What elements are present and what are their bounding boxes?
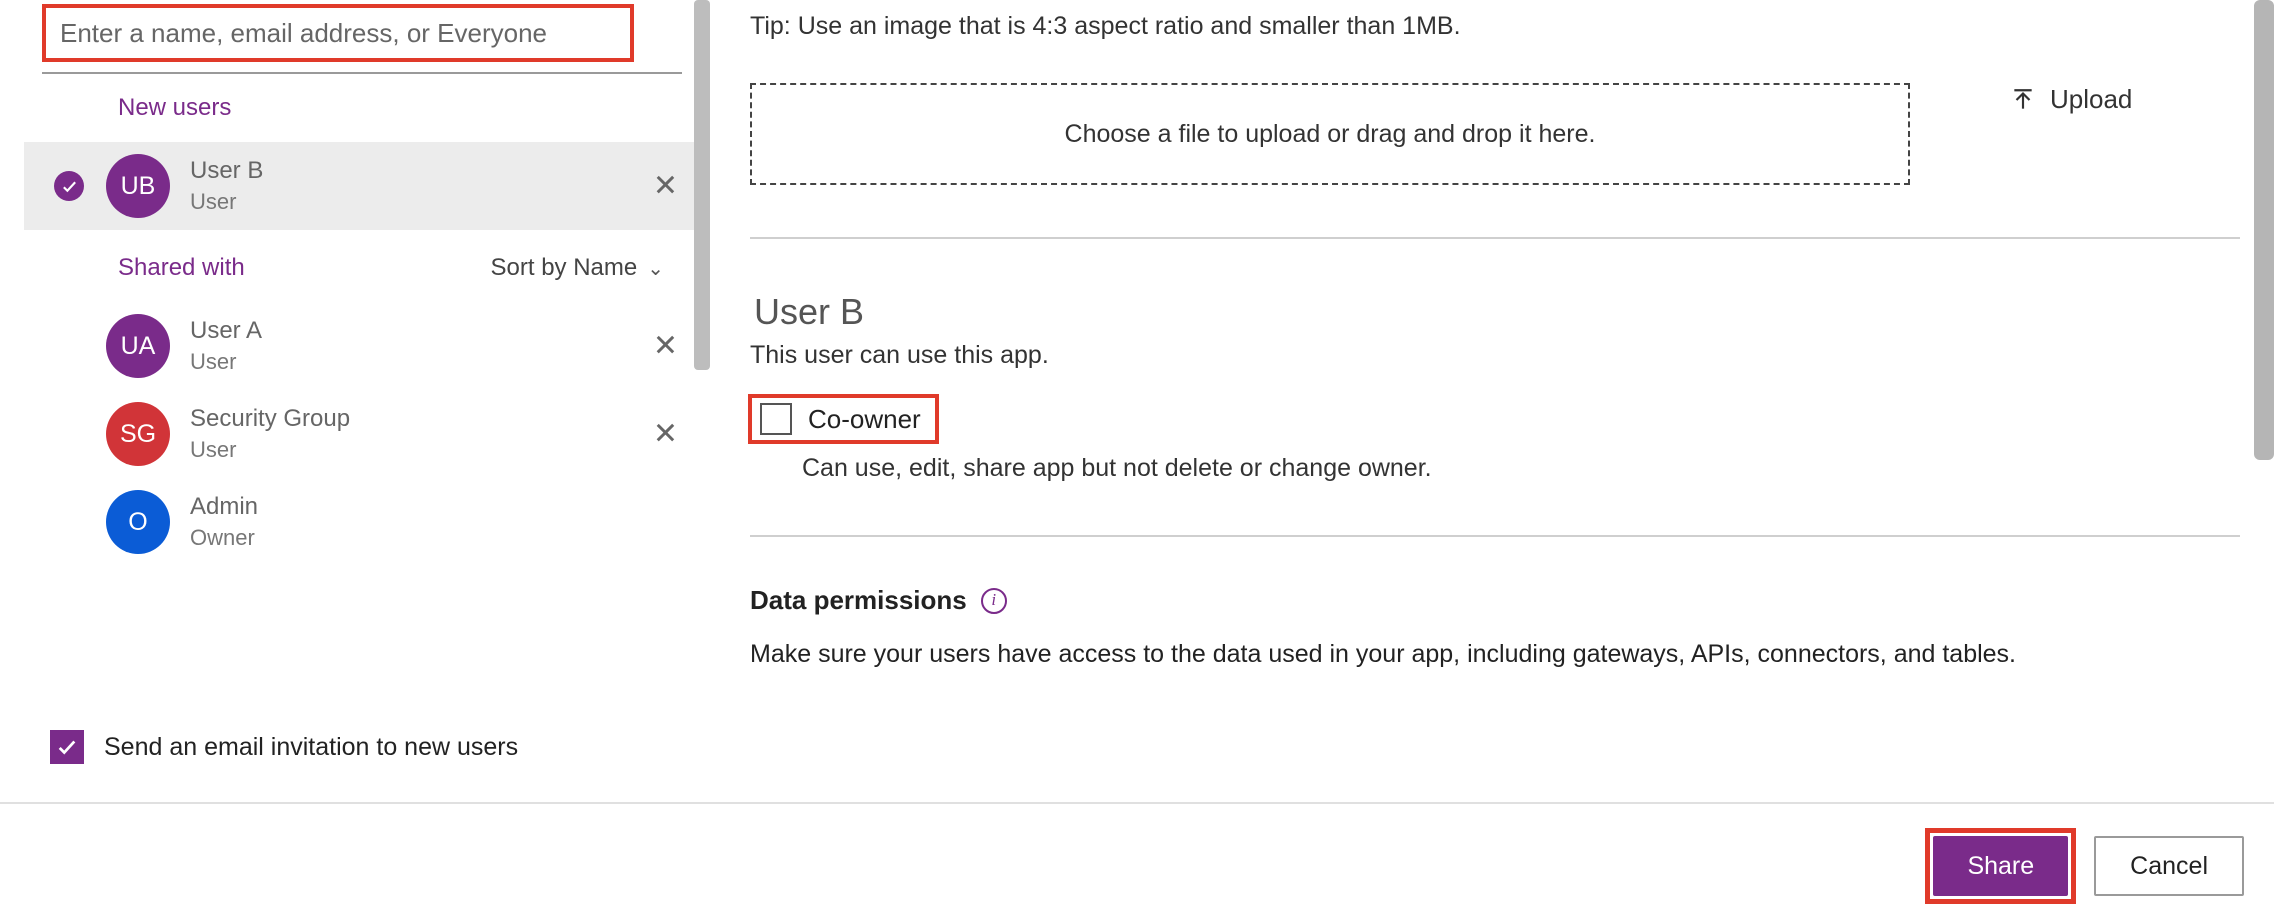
selected-user-subtitle: This user can use this app. bbox=[750, 341, 2250, 370]
new-users-list: UB User B User ✕ bbox=[24, 142, 694, 230]
user-role: Owner bbox=[190, 525, 258, 551]
shared-with-heading: Shared with bbox=[118, 254, 245, 282]
dialog-footer: Share Cancel bbox=[1925, 828, 2244, 904]
checkbox-checked-icon[interactable] bbox=[50, 730, 84, 764]
remove-user-icon[interactable]: ✕ bbox=[653, 417, 678, 452]
upload-label: Upload bbox=[2050, 84, 2132, 115]
footer-divider bbox=[0, 802, 2274, 804]
coowner-highlight: Co-owner bbox=[748, 394, 939, 444]
coowner-description: Can use, edit, share app but not delete … bbox=[802, 454, 2250, 483]
selected-user-title: User B bbox=[754, 291, 2250, 333]
avatar: UA bbox=[106, 314, 170, 378]
coowner-checkbox[interactable] bbox=[760, 403, 792, 435]
coowner-option: Co-owner bbox=[748, 394, 2250, 444]
avatar: SG bbox=[106, 402, 170, 466]
sort-label: Sort by Name bbox=[491, 254, 638, 282]
section-divider bbox=[750, 237, 2240, 239]
left-scrollbar[interactable] bbox=[694, 0, 710, 370]
share-button[interactable]: Share bbox=[1933, 836, 2068, 896]
selected-check-icon bbox=[54, 171, 84, 201]
chevron-down-icon: ⌄ bbox=[647, 256, 664, 281]
people-search-input[interactable] bbox=[46, 8, 630, 58]
user-row[interactable]: UA User A User ✕ bbox=[24, 302, 694, 390]
right-scrollbar[interactable] bbox=[2254, 0, 2274, 460]
avatar: O bbox=[106, 490, 170, 554]
user-row[interactable]: SG Security Group User ✕ bbox=[24, 390, 694, 478]
user-name: User B bbox=[190, 157, 263, 185]
upload-button[interactable]: Upload bbox=[2010, 84, 2132, 115]
search-field-highlight bbox=[42, 4, 634, 62]
user-row[interactable]: UB User B User ✕ bbox=[24, 142, 694, 230]
info-icon[interactable] bbox=[981, 588, 1007, 614]
new-users-heading: New users bbox=[118, 94, 694, 122]
image-tip-text: Tip: Use an image that is 4:3 aspect rat… bbox=[750, 12, 2250, 41]
data-permissions-body: Make sure your users have access to the … bbox=[750, 640, 2250, 669]
user-name: Security Group bbox=[190, 405, 350, 433]
shared-users-list: UA User A User ✕ SG Security Group User … bbox=[24, 302, 694, 566]
email-invite-option[interactable]: Send an email invitation to new users bbox=[50, 730, 518, 764]
cancel-button[interactable]: Cancel bbox=[2094, 836, 2244, 896]
detail-panel: Tip: Use an image that is 4:3 aspect rat… bbox=[740, 0, 2250, 669]
upload-dropzone[interactable]: Choose a file to upload or drag and drop… bbox=[750, 83, 1910, 185]
email-invite-label: Send an email invitation to new users bbox=[104, 733, 518, 762]
dropzone-label: Choose a file to upload or drag and drop… bbox=[1065, 120, 1596, 149]
share-people-panel: New users UB User B User ✕ Shared with S… bbox=[24, 0, 694, 802]
user-role: User bbox=[190, 349, 262, 375]
data-permissions-heading: Data permissions bbox=[750, 585, 967, 616]
user-name: Admin bbox=[190, 493, 258, 521]
user-role: User bbox=[190, 189, 263, 215]
user-name: User A bbox=[190, 317, 262, 345]
shared-with-header: Shared with Sort by Name ⌄ bbox=[118, 254, 694, 282]
sort-by-dropdown[interactable]: Sort by Name ⌄ bbox=[491, 254, 664, 282]
upload-icon bbox=[2010, 87, 2036, 113]
search-underline bbox=[42, 72, 682, 74]
share-button-highlight: Share bbox=[1925, 828, 2076, 904]
avatar: UB bbox=[106, 154, 170, 218]
user-row[interactable]: O Admin Owner bbox=[24, 478, 694, 566]
remove-user-icon[interactable]: ✕ bbox=[653, 329, 678, 364]
remove-user-icon[interactable]: ✕ bbox=[653, 169, 678, 204]
section-divider bbox=[750, 535, 2240, 537]
coowner-label: Co-owner bbox=[808, 404, 921, 435]
user-role: User bbox=[190, 437, 350, 463]
